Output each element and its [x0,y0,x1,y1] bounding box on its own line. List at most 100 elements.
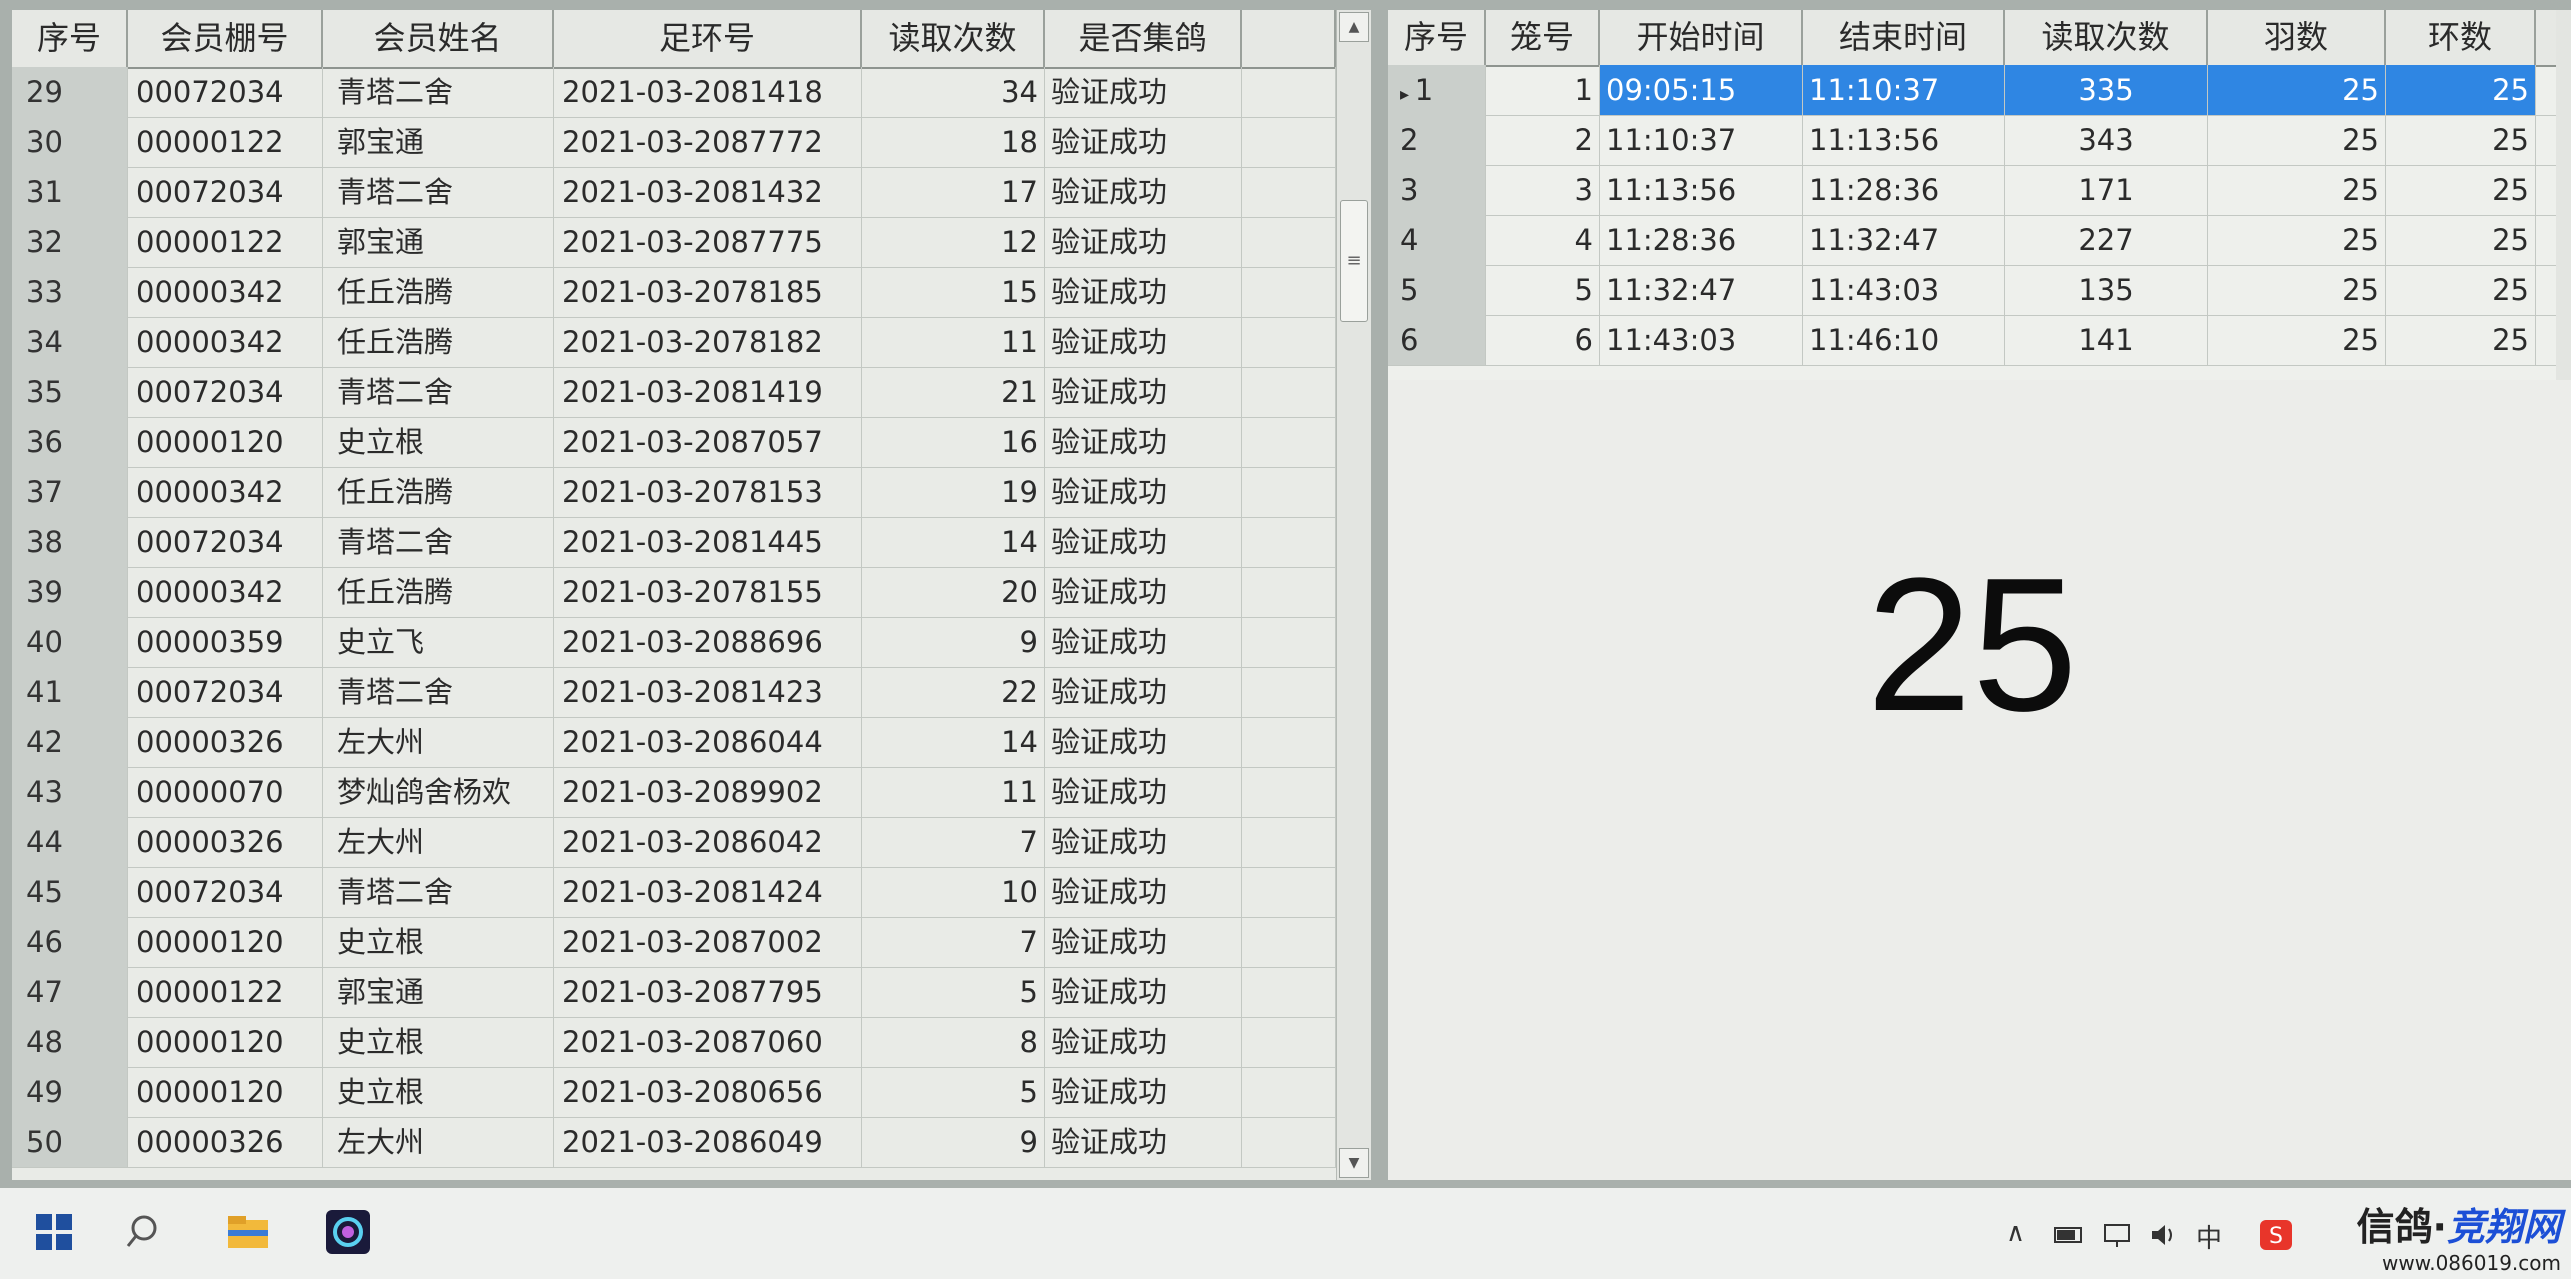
table-cell: 5 [862,1067,1045,1117]
column-header[interactable]: 会员棚号 [128,10,323,67]
table-cell-empty [1242,967,1336,1017]
table-cell: 21 [862,367,1045,417]
table-row[interactable]: 5 5 11:32:47 11:43:03 135 25 25 [1388,265,2556,316]
table-row[interactable]: 33 00000342 任丘浩腾 2021-03-2078185 15 验证成功 [12,267,1336,318]
column-header[interactable]: 读取次数 [862,10,1045,67]
table-row[interactable]: 30 00000122 郭宝通 2021-03-2087772 18 验证成功 [12,117,1336,168]
table-cell: 25 [2386,65,2536,115]
table-row[interactable]: 29 00072034 青塔二舍 2021-03-2081418 34 验证成功 [12,67,1336,118]
table-cell: 25 [2208,215,2386,265]
table-cell: 4 [1486,215,1600,265]
watermark-prefix: 信鸽· [2356,1205,2447,1249]
table-cell: 00000122 [128,967,323,1017]
table-cell: 7 [862,917,1045,967]
table-row[interactable]: 45 00072034 青塔二舍 2021-03-2081424 10 验证成功 [12,867,1336,918]
table-cell: 史立根 [323,1067,554,1117]
column-header[interactable]: 开始时间 [1600,10,1803,65]
table-row[interactable]: 35 00072034 青塔二舍 2021-03-2081419 21 验证成功 [12,367,1336,418]
column-header[interactable]: 读取次数 [2005,10,2208,65]
table-cell: 25 [2208,65,2386,115]
table-row[interactable]: 31 00072034 青塔二舍 2021-03-2081432 17 验证成功 [12,167,1336,218]
table-cell: 16 [862,417,1045,467]
table-cell: 验证成功 [1045,117,1242,167]
table-cell-empty [1242,517,1336,567]
table-cell: 2021-03-2087772 [554,117,862,167]
table-row[interactable]: 46 00000120 史立根 2021-03-2087002 7 验证成功 [12,917,1336,968]
table-row[interactable]: 42 00000326 左大州 2021-03-2086044 14 验证成功 [12,717,1336,768]
table-cell: 11:13:56 [1600,165,1803,215]
taskbar: ∧ 中 S 信鸽·竞翔网 www.086019.com [0,1188,2571,1279]
chevron-up-icon[interactable]: ∧ [2006,1218,2025,1252]
table-row[interactable]: 44 00000326 左大州 2021-03-2086042 7 验证成功 [12,817,1336,868]
column-header[interactable]: 是否集鸽 [1045,10,1242,67]
file-explorer-icon[interactable] [222,1206,274,1258]
column-header[interactable]: 羽数 [2208,10,2386,65]
table-cell-empty [1242,1117,1336,1167]
sogou-icon[interactable]: S [2258,1218,2294,1252]
table-cell: 00000120 [128,1017,323,1067]
table-cell: 343 [2005,115,2208,165]
table-cell: 郭宝通 [323,117,554,167]
table-cell: 00000120 [128,1067,323,1117]
column-header[interactable]: 结束时间 [1803,10,2005,65]
table-row[interactable]: 2 2 11:10:37 11:13:56 343 25 25 [1388,115,2556,166]
svg-text:S: S [2269,1224,2283,1249]
column-header[interactable]: 序号 [1388,10,1486,65]
table-row[interactable]: 37 00000342 任丘浩腾 2021-03-2078153 19 验证成功 [12,467,1336,518]
table-row[interactable]: 48 00000120 史立根 2021-03-2087060 8 验证成功 [12,1017,1336,1068]
table-cell: 25 [2208,165,2386,215]
scroll-thumb[interactable]: ≡ [1340,200,1368,322]
table-cell: 任丘浩腾 [323,317,554,367]
table-cell: 任丘浩腾 [323,567,554,617]
table-cell: 00072034 [128,517,323,567]
column-header[interactable]: 环数 [2386,10,2536,65]
basket-grid-scrollbar[interactable] [2556,10,2571,380]
count-display: 25 [1866,539,2078,751]
table-row[interactable]: 38 00072034 青塔二舍 2021-03-2081445 14 验证成功 [12,517,1336,568]
table-row[interactable]: ▸ 1 1 09:05:15 11:10:37 335 25 25 [1388,65,2556,116]
table-row[interactable]: 50 00000326 左大州 2021-03-2086049 9 验证成功 [12,1117,1336,1168]
table-cell: 25 [2386,165,2536,215]
table-row[interactable]: 41 00072034 青塔二舍 2021-03-2081423 22 验证成功 [12,667,1336,718]
member-pigeon-grid[interactable]: 序号 会员棚号 会员姓名 足环号 读取次数 是否集鸽 29 00072034 青塔二舍 2021… [12,10,1336,1180]
table-row[interactable]: 3 3 11:13:56 11:28:36 171 25 25 [1388,165,2556,216]
network-icon[interactable] [2100,1218,2134,1252]
table-cell: 9 [862,1117,1045,1167]
member-grid-scrollbar[interactable]: ▲ ≡ ▼ [1336,10,1371,1180]
table-row[interactable]: 40 00000359 史立飞 2021-03-2088696 9 验证成功 [12,617,1336,668]
table-row[interactable]: 47 00000122 郭宝通 2021-03-2087795 5 验证成功 [12,967,1336,1018]
table-row[interactable]: 43 00000070 梦灿鸽舍杨欢 2021-03-2089902 11 验证成功 [12,767,1336,818]
table-cell: 验证成功 [1045,1017,1242,1067]
column-header-empty[interactable] [1242,10,1336,67]
app-icon[interactable] [322,1206,374,1258]
table-cell: 38 [12,517,128,567]
windows-start-icon[interactable] [28,1206,80,1258]
column-header[interactable]: 会员姓名 [323,10,554,67]
basket-grid[interactable]: 序号 笼号 开始时间 结束时间 读取次数 羽数 环数 ▸ 1 1 09:05:15 11:10:3… [1388,10,2556,380]
search-icon[interactable] [120,1206,172,1258]
table-cell: 00000342 [128,467,323,517]
volume-icon[interactable] [2146,1218,2180,1252]
scroll-up-button[interactable]: ▲ [1339,12,1369,42]
table-row[interactable]: 36 00000120 史立根 2021-03-2087057 16 验证成功 [12,417,1336,468]
table-row[interactable]: 4 4 11:28:36 11:32:47 227 25 25 [1388,215,2556,266]
column-header[interactable]: 序号 [12,10,128,67]
scroll-down-button[interactable]: ▼ [1339,1148,1369,1178]
column-header[interactable]: 笼号 [1486,10,1600,65]
table-cell: 47 [12,967,128,1017]
table-cell-empty [1242,367,1336,417]
table-cell: 验证成功 [1045,1067,1242,1117]
table-cell-empty [1242,667,1336,717]
table-row[interactable]: 49 00000120 史立根 2021-03-2080656 5 验证成功 [12,1067,1336,1118]
table-row[interactable]: 32 00000122 郭宝通 2021-03-2087775 12 验证成功 [12,217,1336,268]
table-cell: 50 [12,1117,128,1167]
column-header[interactable]: 足环号 [554,10,862,67]
table-row[interactable]: 6 6 11:43:03 11:46:10 141 25 25 [1388,315,2556,366]
table-cell: 9 [862,617,1045,667]
table-row[interactable]: 39 00000342 任丘浩腾 2021-03-2078155 20 验证成功 [12,567,1336,618]
table-row[interactable]: 34 00000342 任丘浩腾 2021-03-2078182 11 验证成功 [12,317,1336,368]
battery-icon[interactable] [2052,1218,2086,1252]
ime-icon[interactable]: 中 [2196,1218,2222,1254]
table-cell: 00000122 [128,117,323,167]
table-cell: 2021-03-2087775 [554,217,862,267]
